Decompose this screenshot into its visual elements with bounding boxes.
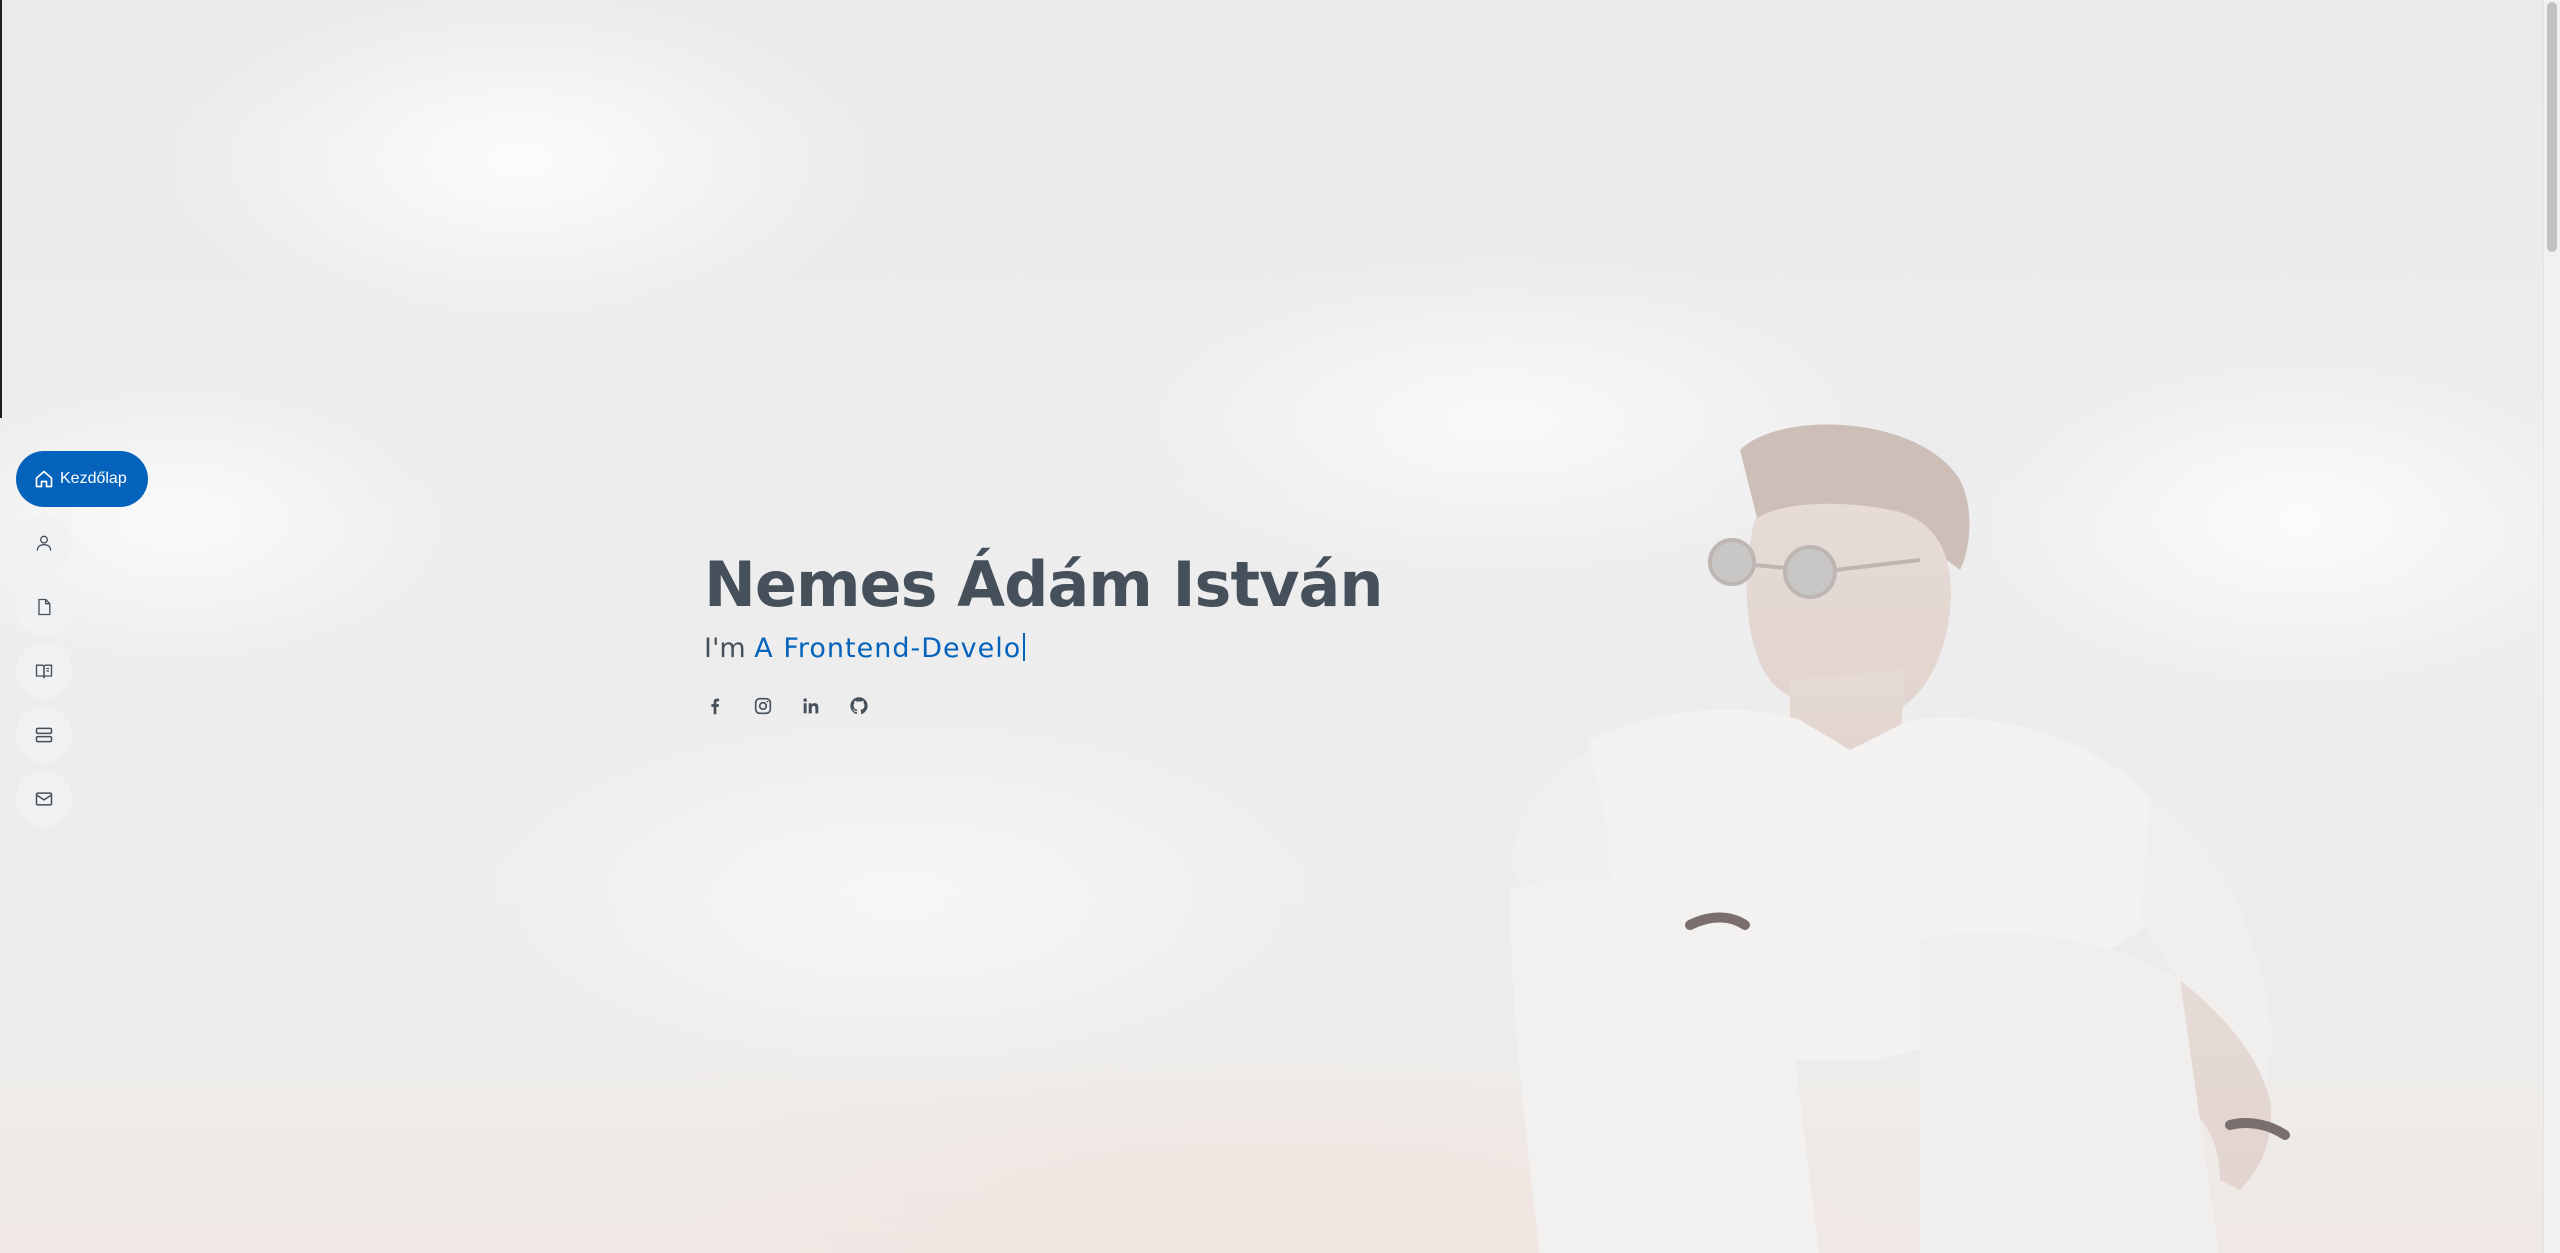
envelope-icon — [35, 792, 53, 806]
file-icon — [38, 598, 51, 616]
facebook-icon — [711, 698, 720, 715]
side-nav: Kezdőlap — [16, 451, 148, 827]
github-icon — [850, 697, 868, 715]
nav-item-portfolio[interactable] — [16, 643, 72, 699]
instagram-icon — [754, 697, 772, 715]
hero-name: Nemes Ádám István — [704, 548, 1383, 621]
instagram-link[interactable] — [752, 695, 774, 717]
nav-item-contact[interactable] — [16, 771, 72, 827]
nav-item-home[interactable]: Kezdőlap — [16, 451, 148, 507]
hero-person-photo — [1510, 424, 2290, 1253]
hero-typed-text: A Frontend-Develo — [754, 633, 1022, 664]
linkedin-link[interactable] — [800, 695, 822, 717]
page: Kezdőlap Nemes Ádám István I'm A Fronten… — [0, 0, 2560, 1253]
scrollbar-thumb[interactable] — [2547, 2, 2557, 252]
server-icon — [35, 727, 53, 743]
book-icon — [35, 664, 53, 679]
window-edge-line — [0, 0, 2, 418]
hero-content: Nemes Ádám István I'm A Frontend-Develo — [704, 545, 1383, 717]
home-icon — [35, 470, 53, 488]
nav-item-services[interactable] — [16, 707, 72, 763]
person-icon — [36, 535, 52, 551]
typing-cursor — [1023, 633, 1026, 661]
page-scrollbar[interactable] — [2543, 0, 2560, 1253]
github-link[interactable] — [848, 695, 870, 717]
social-links — [704, 695, 1382, 717]
hero-subtitle-prefix: I'm — [704, 633, 746, 664]
facebook-link[interactable] — [704, 695, 726, 717]
nav-item-resume[interactable] — [16, 579, 72, 635]
hero-subtitle: I'm A Frontend-Develo — [704, 631, 1382, 667]
nav-item-about[interactable] — [16, 515, 72, 571]
linkedin-icon — [803, 698, 819, 714]
nav-item-label: Kezdőlap — [60, 470, 127, 487]
